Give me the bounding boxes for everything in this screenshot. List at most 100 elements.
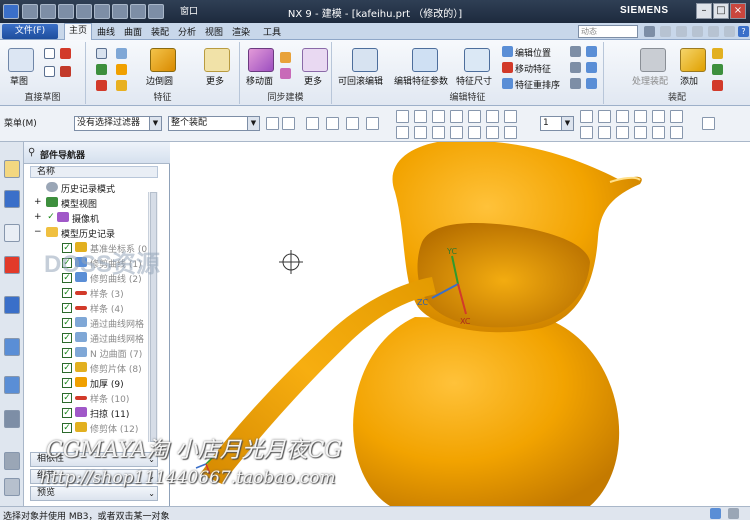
unite-icon[interactable]: [116, 64, 127, 75]
chevron-down-icon[interactable]: ⌄: [148, 487, 155, 500]
checkbox-icon[interactable]: ✓: [62, 363, 72, 373]
edit-section-icon[interactable]: [634, 126, 647, 139]
checkbox-icon[interactable]: ✓: [62, 348, 72, 358]
type-filter-dropdown[interactable]: 没有选择过滤器 ▼: [74, 116, 162, 131]
display-mode-icon[interactable]: [580, 126, 593, 139]
work-layer-dropdown[interactable]: 1 ▼: [540, 116, 574, 131]
checkbox-icon[interactable]: ✓: [62, 243, 72, 253]
datum-icon[interactable]: [96, 64, 107, 75]
part-navigator-tab-icon[interactable]: [4, 160, 20, 178]
profile-icon[interactable]: [44, 48, 55, 59]
snap-line-icon[interactable]: [432, 110, 445, 123]
rectangle-select-icon[interactable]: [366, 117, 379, 130]
tree-row-feature[interactable]: ✓ 通过曲线网格: [24, 330, 164, 345]
system-materials-tab-icon[interactable]: [4, 376, 20, 394]
rectangle-icon[interactable]: [44, 66, 55, 77]
select-feature-icon[interactable]: [306, 117, 319, 130]
command-search-input[interactable]: 动态: [578, 25, 638, 38]
edit-position-button[interactable]: 编辑位置: [515, 46, 551, 59]
tree-row-cameras[interactable]: + ✓ 摄像机: [24, 210, 164, 225]
wave-assembly-button[interactable]: 处理装配: [632, 74, 668, 87]
teapot-model[interactable]: YC ZC XC: [170, 142, 750, 506]
suppress-icon[interactable]: [570, 46, 581, 57]
checkbox-icon[interactable]: ✓: [62, 408, 72, 418]
process-studio-tab-icon[interactable]: [4, 410, 20, 428]
tree-row-feature[interactable]: ✓ 样条 (4): [24, 300, 164, 315]
chevron-down-icon[interactable]: ⌄: [148, 470, 155, 483]
tab-analysis[interactable]: 分析: [178, 25, 196, 38]
sync-more-button[interactable]: 更多: [304, 74, 322, 87]
system-scenes-tab-icon[interactable]: [4, 478, 20, 496]
maximize-button[interactable]: □: [713, 3, 729, 19]
background-icon[interactable]: [598, 126, 611, 139]
rollback-edit-button[interactable]: 可回滚编辑: [338, 74, 383, 87]
status-toggle-icon[interactable]: [728, 508, 739, 519]
snap-midpoint-icon[interactable]: [414, 110, 427, 123]
tab-view[interactable]: 视图: [205, 25, 223, 38]
move-feature-icon[interactable]: [502, 62, 513, 73]
edit-params-icon[interactable]: [412, 48, 438, 72]
window-restore-icon[interactable]: [676, 26, 687, 37]
edge-blend-icon[interactable]: [150, 48, 176, 72]
tab-home[interactable]: 主页: [64, 23, 92, 40]
selection-scope-dropdown[interactable]: 整个装配 ▼: [168, 116, 260, 131]
collapse-icon[interactable]: −: [34, 227, 42, 237]
chevron-down-icon[interactable]: ▼: [561, 117, 573, 130]
tree-row-feature[interactable]: ✓ 加厚 (9): [24, 375, 164, 390]
show-hide-icon[interactable]: [652, 126, 665, 139]
constraint-icon[interactable]: [712, 64, 723, 75]
search-icon[interactable]: [644, 26, 655, 37]
remove-params-icon[interactable]: [570, 78, 581, 89]
expand-icon[interactable]: +: [34, 212, 42, 222]
close-part-icon[interactable]: [724, 26, 735, 37]
history-tab-icon[interactable]: [4, 338, 20, 356]
view-triad-icon[interactable]: [670, 126, 683, 139]
add-component-button[interactable]: 添加: [680, 74, 698, 87]
tab-curve[interactable]: 曲线: [97, 25, 115, 38]
tree-row-feature[interactable]: ✓ 修剪曲线 (2): [24, 270, 164, 285]
pull-face-icon[interactable]: [280, 52, 291, 63]
pan-icon[interactable]: [634, 110, 647, 123]
selection-mode-icon[interactable]: [282, 117, 295, 130]
pin-icon[interactable]: ⚲: [28, 147, 35, 158]
toolbar-options-icon[interactable]: [702, 117, 715, 130]
pane-dependencies[interactable]: 相依性 ⌄: [30, 452, 158, 467]
window-cascade-icon[interactable]: [708, 26, 719, 37]
tab-tools[interactable]: 工具: [263, 25, 281, 38]
checkbox-icon[interactable]: ✓: [62, 393, 72, 403]
checkbox-icon[interactable]: ✓: [62, 318, 72, 328]
snap-point-icon[interactable]: [486, 110, 499, 123]
pane-details[interactable]: 细节 ⌄: [30, 469, 158, 484]
edge-blend-button[interactable]: 边倒圆: [146, 74, 173, 87]
snap-bounding-icon[interactable]: [504, 126, 517, 139]
checkbox-icon[interactable]: ✓: [62, 273, 72, 283]
reuse-library-tab-icon[interactable]: [4, 256, 20, 274]
checkbox-icon[interactable]: ✓: [62, 423, 72, 433]
close-button[interactable]: ×: [730, 3, 746, 19]
feature-dims-icon[interactable]: [464, 48, 490, 72]
snap-intersection-icon[interactable]: [414, 126, 427, 139]
sketch-button[interactable]: 草图: [10, 74, 28, 87]
help-icon[interactable]: ?: [738, 26, 749, 37]
constraint-navigator-tab-icon[interactable]: [4, 224, 20, 242]
checkbox-icon[interactable]: ✓: [62, 303, 72, 313]
expand-icon[interactable]: +: [34, 197, 42, 207]
snap-face-icon[interactable]: [396, 126, 409, 139]
graphics-viewport[interactable]: YC ZC XC: [170, 142, 750, 506]
feature-playback-icon[interactable]: [586, 62, 597, 73]
scrollbar-thumb[interactable]: [150, 192, 157, 442]
replace-feature-icon[interactable]: [570, 62, 581, 73]
visible-check-icon[interactable]: ✓: [46, 213, 56, 223]
snap-icon[interactable]: [266, 117, 279, 130]
tree-row-feature[interactable]: ✓ 修剪曲线 (1): [24, 255, 164, 270]
tree-row-model-history[interactable]: − 模型历史记录: [24, 225, 164, 240]
edit-solid-density-icon[interactable]: [586, 78, 597, 89]
checkbox-icon[interactable]: ✓: [62, 258, 72, 268]
curve-icon[interactable]: [60, 48, 71, 59]
snap-endpoint-icon[interactable]: [396, 110, 409, 123]
replace-face-icon[interactable]: [280, 68, 291, 79]
feature-more-button[interactable]: 更多: [206, 74, 224, 87]
roles-tab-icon[interactable]: [4, 452, 20, 470]
tab-surface[interactable]: 曲面: [124, 25, 142, 38]
block-icon[interactable]: [96, 48, 107, 59]
